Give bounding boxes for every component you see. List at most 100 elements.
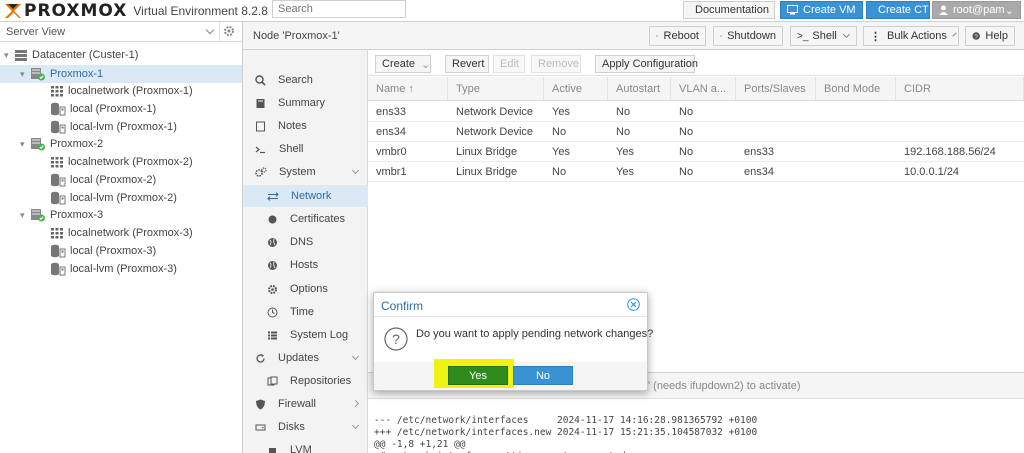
menu-item-label: Time — [290, 306, 315, 318]
table-cell: Network Device — [456, 126, 534, 138]
menu-item[interactable]: Certificates — [243, 208, 368, 230]
tree-item-label: local (Proxmox-1) — [70, 103, 157, 115]
menu-item[interactable]: Repositories — [243, 370, 368, 392]
table-cell: No — [679, 106, 694, 118]
column-header-label: CIDR — [904, 83, 931, 95]
menu-item[interactable]: Disks — [243, 416, 368, 438]
remove-label: Remove — [538, 58, 579, 70]
tree-item[interactable]: localnetwork (Proxmox-1) — [40, 82, 193, 100]
create-label: Create — [382, 58, 416, 70]
expand-toggle-icon[interactable]: ▾ — [20, 210, 30, 221]
table-cell: No — [552, 126, 567, 138]
edit-button[interactable]: Edit — [493, 55, 525, 73]
tree-item[interactable]: localnetwork (Proxmox-2) — [40, 153, 193, 171]
gear-icon[interactable] — [223, 25, 235, 37]
menu-item[interactable]: Notes — [243, 115, 368, 137]
column-header[interactable]: VLAN a... — [671, 77, 736, 101]
column-header-label: Ports/Slaves — [744, 83, 806, 95]
yes-button[interactable]: Yes — [448, 366, 508, 385]
tree-item[interactable]: local-lvm (Proxmox-2) — [40, 189, 177, 207]
create-ct-label: Create CT — [878, 4, 929, 16]
documentation-label: Documentation — [695, 4, 769, 16]
tree-item[interactable]: local-lvm (Proxmox-3) — [40, 260, 177, 278]
remove-button[interactable]: Remove — [531, 55, 581, 73]
tree-item[interactable]: local-lvm (Proxmox-1) — [40, 118, 177, 136]
column-header[interactable]: Type — [448, 77, 544, 101]
table-cell: Yes — [616, 146, 634, 158]
user-icon — [939, 5, 948, 15]
storage-icon — [50, 262, 70, 276]
menu-item[interactable]: Summary — [243, 92, 368, 114]
user-menu-button[interactable]: root@pam ⌄ — [932, 1, 1021, 19]
global-search-input[interactable] — [272, 0, 406, 18]
node-online-icon — [30, 67, 50, 81]
column-header[interactable]: Autostart — [608, 77, 671, 101]
menu-item[interactable]: Firewall — [243, 393, 368, 415]
no-button[interactable]: No — [513, 366, 573, 385]
tree-item[interactable]: local (Proxmox-2) — [40, 171, 156, 189]
tree-item[interactable]: ▾ Datacenter (Custer-1) — [4, 46, 138, 64]
tree-item[interactable]: ▾ Proxmox-1 — [0, 65, 242, 83]
node-online-icon — [30, 137, 50, 151]
menu-item[interactable]: System — [243, 161, 368, 183]
terminal-icon: >_ — [797, 30, 809, 42]
menu-item[interactable]: Shell — [243, 138, 368, 160]
list-icon — [267, 330, 284, 341]
table-row[interactable]: vmbr0 Linux Bridge Yes Yes No ens33 192.168.18… — [368, 142, 1024, 162]
menu-item[interactable]: DNS — [243, 231, 368, 253]
table-row[interactable]: vmbr1 Linux Bridge No Yes No ens34 10.0.0.1/24 — [368, 162, 1024, 182]
chevron-down-icon — [351, 352, 360, 361]
reboot-button[interactable]: Reboot — [649, 26, 706, 46]
search-icon — [255, 74, 272, 86]
tree-item[interactable]: ▾ Proxmox-2 — [20, 135, 103, 153]
tree-item[interactable]: local (Proxmox-1) — [40, 100, 156, 118]
create-button[interactable]: Create ⌄ — [375, 55, 431, 73]
table-row[interactable]: ens34 Network Device No No No — [368, 122, 1024, 142]
diff-line: @@ -1,8 +1,21 @@ — [374, 439, 466, 450]
shell-button[interactable]: >_ Shell — [790, 26, 857, 46]
book-icon — [255, 98, 272, 109]
table-cell — [896, 102, 1024, 122]
menu-item-label: Summary — [278, 97, 326, 109]
tree-item[interactable]: localnetwork (Proxmox-3) — [40, 224, 193, 242]
column-header[interactable]: CIDR — [896, 77, 1024, 101]
expand-toggle-icon[interactable]: ▾ — [20, 69, 30, 80]
column-header[interactable]: Ports/Slaves — [736, 77, 816, 101]
menu-item[interactable]: System Log — [243, 324, 368, 346]
menu-item[interactable]: LVM — [243, 439, 368, 453]
globe-icon — [267, 260, 284, 271]
tree-item[interactable]: ▾ Proxmox-3 — [20, 206, 103, 224]
certificate-icon — [267, 214, 284, 225]
column-header[interactable]: Name ↑ — [368, 77, 448, 101]
expand-toggle-icon[interactable]: ▾ — [4, 50, 14, 61]
bulk-actions-button[interactable]: ⋮ Bulk Actions — [863, 26, 959, 46]
revert-button[interactable]: Revert — [445, 55, 489, 73]
help-icon: ? — [972, 32, 980, 41]
globe-icon — [267, 237, 284, 248]
menu-item[interactable]: Updates — [243, 347, 368, 369]
menu-item[interactable]: Network — [243, 185, 368, 207]
node-online-icon — [30, 208, 50, 222]
expand-toggle-icon[interactable]: ▾ — [20, 139, 30, 150]
create-ct-button[interactable]: Create CT — [866, 1, 930, 19]
table-row[interactable]: ens33 Network Device Yes No No — [368, 102, 1024, 122]
create-vm-button[interactable]: Create VM — [780, 1, 863, 19]
menu-item[interactable]: Hosts — [243, 254, 368, 276]
create-vm-label: Create VM — [803, 4, 856, 16]
help-button[interactable]: ? Help — [965, 26, 1015, 46]
apply-configuration-button[interactable]: Apply Configuration — [595, 55, 698, 73]
menu-item[interactable]: Search — [243, 69, 368, 91]
column-header[interactable]: Active — [544, 77, 608, 101]
tree-item-label: local (Proxmox-2) — [70, 174, 157, 186]
close-icon[interactable] — [627, 298, 640, 311]
menu-item[interactable]: Options — [243, 278, 368, 300]
documentation-button[interactable]: Documentation — [683, 1, 775, 19]
tree-item[interactable]: local (Proxmox-3) — [40, 242, 156, 260]
column-header[interactable]: Bond Mode — [816, 77, 896, 101]
shutdown-button[interactable]: Shutdown — [713, 26, 783, 46]
menu-item-label: Certificates — [290, 213, 346, 225]
server-view-select[interactable]: Server View — [0, 22, 242, 42]
menu-item[interactable]: Time — [243, 301, 368, 323]
tree-item-label: local-lvm (Proxmox-2) — [70, 192, 177, 204]
chevron-down-icon — [842, 30, 850, 39]
